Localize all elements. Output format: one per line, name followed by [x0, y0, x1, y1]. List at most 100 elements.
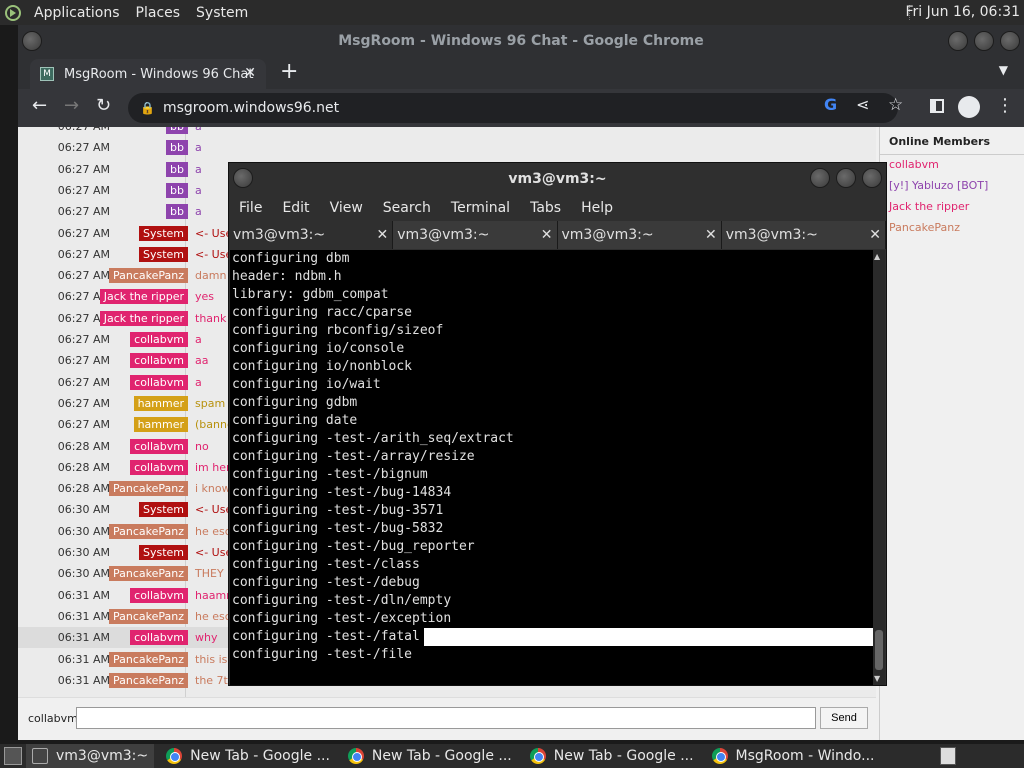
window-titlebar[interactable]: MsgRoom - Windows 96 Chat - Google Chrom…: [18, 25, 1024, 57]
message-username[interactable]: collabvm: [130, 587, 188, 603]
terminal-menu-view[interactable]: View: [330, 200, 363, 216]
message-username[interactable]: bb: [166, 204, 188, 220]
menu-places[interactable]: Places: [128, 5, 189, 21]
message-username[interactable]: collabvm: [130, 332, 188, 347]
task-chrome-msgroom[interactable]: MsgRoom - Windo...: [706, 744, 881, 768]
message-username[interactable]: System: [138, 246, 188, 262]
close-terminal-tab-icon[interactable]: ✕: [377, 221, 389, 249]
message-username[interactable]: hammer: [133, 417, 188, 433]
task-chrome-newtab-2[interactable]: New Tab - Google ...: [342, 744, 518, 768]
message-username[interactable]: PancakePanz: [108, 481, 188, 497]
new-tab-icon[interactable]: +: [280, 59, 298, 84]
task-terminal[interactable]: vm3@vm3:~: [26, 744, 155, 768]
url-text: msgroom.windows96.net: [162, 100, 340, 116]
online-member[interactable]: collabvm: [880, 155, 1024, 176]
close-tab-icon[interactable]: ✕: [244, 65, 256, 81]
terminal-menu-file[interactable]: File: [239, 200, 262, 216]
bookmark-star-icon[interactable]: ☆: [888, 95, 903, 115]
message-username[interactable]: PancakePanz: [108, 608, 188, 624]
back-icon[interactable]: ←: [32, 95, 47, 116]
terminal-menu-tabs[interactable]: Tabs: [530, 200, 561, 216]
distro-logo-icon[interactable]: [0, 0, 26, 25]
terminal-maximize-button[interactable]: [836, 168, 856, 188]
terminal-menu-terminal[interactable]: Terminal: [451, 200, 510, 216]
message-username[interactable]: System: [138, 225, 188, 241]
message-time: 06:28 AM: [57, 439, 110, 453]
tab-search-chevron-icon[interactable]: ▼: [999, 63, 1008, 77]
terminal-menu-button[interactable]: [233, 168, 253, 188]
message-username[interactable]: bb: [166, 161, 188, 177]
send-button[interactable]: Send: [820, 707, 868, 729]
message-username[interactable]: System: [138, 502, 188, 518]
terminal-tab-1[interactable]: vm3@vm3:~ ✕: [229, 221, 394, 249]
terminal-line: configuring io/nonblock: [230, 358, 873, 376]
message-time: 06:27 AM: [57, 375, 110, 389]
message-username[interactable]: collabvm: [130, 630, 188, 646]
close-terminal-tab-icon[interactable]: ✕: [869, 221, 881, 249]
terminal-scrollbar[interactable]: ▲ ▼: [873, 250, 885, 685]
lock-icon[interactable]: 🔒: [140, 101, 155, 115]
message-username[interactable]: PancakePanz: [108, 268, 188, 284]
message-username[interactable]: collabvm: [130, 438, 188, 454]
show-desktop-icon[interactable]: [4, 747, 22, 765]
message-username[interactable]: PancakePanz: [108, 566, 188, 582]
kebab-menu-icon[interactable]: ⋮: [996, 95, 1014, 116]
reload-icon[interactable]: ↻: [96, 95, 111, 116]
window-menu-button[interactable]: [22, 31, 42, 51]
scroll-down-icon[interactable]: ▼: [874, 674, 880, 683]
online-member[interactable]: PancakePanz: [880, 218, 1024, 239]
scrollbar-thumb[interactable]: [875, 630, 883, 670]
message-username[interactable]: hammer: [133, 395, 188, 411]
close-terminal-tab-icon[interactable]: ✕: [705, 221, 717, 249]
message-username[interactable]: PancakePanz: [108, 672, 188, 688]
message-username[interactable]: PancakePanz: [108, 523, 188, 539]
message-text: a: [195, 333, 202, 346]
trash-icon[interactable]: [940, 747, 956, 765]
browser-tab-msgroom[interactable]: M MsgRoom - Windows 96 Chat ✕: [30, 59, 266, 89]
terminal-tab-2[interactable]: vm3@vm3:~ ✕: [393, 221, 558, 249]
message-username[interactable]: bb: [166, 127, 188, 134]
message-input[interactable]: [76, 707, 816, 729]
message-username[interactable]: collabvm: [130, 353, 188, 369]
message-username[interactable]: bb: [166, 140, 188, 156]
message-username[interactable]: Jack the ripper: [99, 310, 188, 326]
terminal-line: configuring -test-/bug-14834: [230, 484, 873, 502]
scroll-up-icon[interactable]: ▲: [874, 252, 880, 261]
task-label: New Tab - Google ...: [190, 748, 330, 764]
side-panel-icon[interactable]: [930, 99, 944, 113]
terminal-menu-edit[interactable]: Edit: [282, 200, 309, 216]
message-username[interactable]: PancakePanz: [108, 651, 188, 667]
clock[interactable]: Fri Jun 16, 06:31: [905, 0, 1020, 25]
menu-applications[interactable]: Applications: [26, 5, 128, 21]
forward-icon[interactable]: →: [64, 95, 79, 116]
profile-avatar-icon[interactable]: [958, 96, 980, 118]
terminal-minimize-button[interactable]: [810, 168, 830, 188]
maximize-button[interactable]: [974, 31, 994, 51]
terminal-titlebar[interactable]: vm3@vm3:~: [229, 163, 886, 195]
message-username[interactable]: Jack the ripper: [99, 289, 188, 305]
message-time: 06:27 AM: [57, 226, 110, 240]
task-chrome-newtab-3[interactable]: New Tab - Google ...: [524, 744, 700, 768]
terminal-tab-3[interactable]: vm3@vm3:~ ✕: [557, 221, 722, 249]
terminal-tab-4[interactable]: vm3@vm3:~ ✕: [721, 221, 886, 249]
online-member[interactable]: [y!] Yabluzo [BOT]: [880, 176, 1024, 197]
online-member[interactable]: Jack the ripper: [880, 197, 1024, 218]
close-terminal-tab-icon[interactable]: ✕: [541, 221, 553, 249]
task-chrome-newtab-1[interactable]: New Tab - Google ...: [160, 744, 336, 768]
message-username[interactable]: bb: [166, 182, 188, 198]
terminal-line: configuring dbm: [230, 250, 873, 268]
google-lens-icon[interactable]: G: [824, 95, 837, 114]
message-username[interactable]: System: [138, 545, 188, 560]
minimize-button[interactable]: [948, 31, 968, 51]
terminal-menu-help[interactable]: Help: [581, 200, 613, 216]
terminal-menu-search[interactable]: Search: [383, 200, 431, 216]
current-nick[interactable]: collabvm: [28, 712, 78, 725]
message-username[interactable]: collabvm: [130, 459, 188, 475]
address-bar[interactable]: 🔒 msgroom.windows96.net: [128, 93, 898, 123]
menu-system[interactable]: System: [188, 5, 256, 21]
close-window-button[interactable]: [1000, 31, 1020, 51]
message-username[interactable]: collabvm: [130, 374, 188, 390]
terminal-close-button[interactable]: [862, 168, 882, 188]
share-icon[interactable]: ⋖: [856, 95, 869, 114]
terminal-output[interactable]: configuring dbm header: ndbm.h library: gd…: [230, 250, 873, 685]
